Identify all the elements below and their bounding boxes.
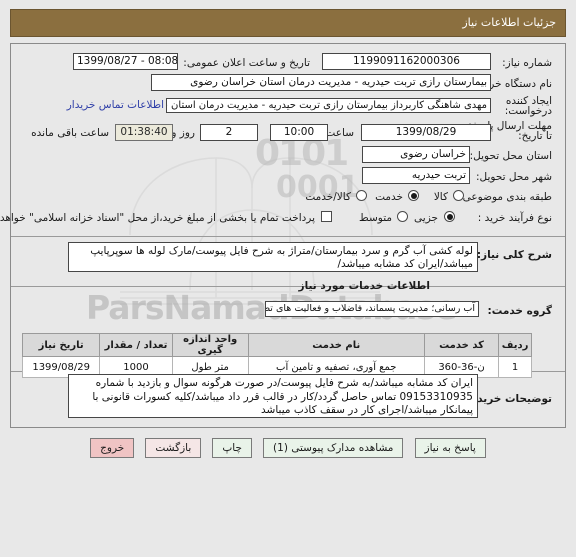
radio-process-motavaset[interactable]: [397, 211, 408, 222]
panel-divider-1: [11, 236, 565, 237]
deadline-days-label: روز و: [171, 127, 195, 139]
need-number-label: شماره نیاز:: [502, 57, 552, 69]
buyer-notes-value: ایران کد مشابه میباشد/به شرح فایل پیوست/…: [68, 374, 478, 418]
th-service-name: نام خدمت: [247, 333, 425, 357]
page-title: جزئیات اطلاعات نیاز: [462, 16, 556, 29]
countdown-timer: 01:38:40: [115, 124, 173, 141]
need-details-page: 0101 0001 ParsNamadDatabase مرکز و اطلاع…: [0, 0, 576, 557]
announce-datetime-label: تاریخ و ساعت اعلان عمومی:: [183, 57, 310, 69]
buyer-contact-link[interactable]: اطلاعات تماس خریدار: [67, 99, 164, 111]
panel-divider-2: [11, 286, 565, 287]
radio-classification-kala-khedmat[interactable]: [356, 190, 367, 201]
radio-classification-khedmat[interactable]: [408, 190, 419, 201]
print-button[interactable]: چاپ: [212, 437, 252, 458]
classification-label: طبقه بندی موضوعی:: [459, 191, 552, 203]
th-service-code: کد خدمت: [423, 333, 500, 357]
process-option-jozei: جزیی: [414, 212, 438, 224]
delivery-province-value: خراسان رضوی: [362, 146, 470, 163]
deadline-date: 1399/08/29: [361, 124, 491, 141]
th-need-date: تاریخ نیاز: [21, 333, 101, 357]
delivery-city-label: شهر محل تحویل:: [476, 171, 552, 183]
process-option-motavaset: متوسط: [359, 212, 392, 224]
th-row: ردیف: [498, 333, 532, 357]
requester-label-line2: درخواست:: [504, 105, 552, 117]
classification-option-kala: کالا: [433, 191, 448, 203]
classification-option-khedmat: خدمت: [375, 191, 403, 203]
buyer-org-value: بیمارستان رازی تربت حیدریه - مدیریت درما…: [151, 74, 491, 91]
radio-classification-kala[interactable]: [453, 190, 464, 201]
back-button[interactable]: بازگشت: [145, 437, 202, 458]
table-header-row: ردیف کد خدمت نام خدمت واحد اندازه گیری ت…: [21, 333, 532, 357]
purchase-process-label: نوع فرآیند خرید :: [477, 212, 552, 224]
radio-process-jozei[interactable]: [444, 211, 455, 222]
respond-to-need-button[interactable]: پاسخ به نیاز: [414, 437, 486, 458]
general-description-label: شرح کلی نیاز:: [476, 249, 552, 261]
treasury-docs-checkbox[interactable]: [321, 211, 332, 222]
services-section-title: اطلاعات خدمات مورد نیاز: [298, 280, 430, 292]
page-header-bar: جزئیات اطلاعات نیاز: [10, 9, 566, 37]
deadline-time: 10:00: [270, 124, 328, 141]
services-table: ردیف کد خدمت نام خدمت واحد اندازه گیری ت…: [21, 333, 532, 378]
delivery-province-label: استان محل تحویل:: [469, 150, 552, 162]
th-quantity: تعداد / مقدار: [99, 333, 173, 357]
th-unit: واحد اندازه گیری: [171, 333, 249, 357]
service-group-value: آب رسانی؛ مدیریت پسماند، فاضلاب و فعالیت…: [265, 301, 479, 317]
deadline-label-line2: تا تاریخ:: [518, 130, 552, 142]
delivery-city-value: تربت حیدریه: [362, 167, 470, 184]
exit-button[interactable]: خروج: [90, 437, 135, 458]
action-buttons-row: پاسخ به نیاز مشاهده مدارک پیوستی (1) چاپ…: [0, 437, 576, 458]
requester-value: مهدی شاهنگی کاربرداز بیمارستان رازی تربت…: [166, 98, 491, 113]
view-attachments-button[interactable]: مشاهده مدارک پیوستی (1): [263, 437, 404, 458]
deadline-days: 2: [200, 124, 258, 141]
deadline-time-label: ساعت: [325, 127, 354, 139]
deadline-timer-label: ساعت باقی مانده: [31, 127, 109, 139]
service-group-label: گروه خدمت:: [487, 305, 552, 317]
treasury-docs-label: پرداخت تمام یا بخشی از مبلغ خرید،از محل …: [0, 212, 315, 224]
need-number-value: 1199091162000306: [322, 53, 491, 70]
announce-datetime-value: 1399/08/27 - 08:08: [73, 53, 178, 70]
general-description-value: لوله کشی آب گرم و سرد بیمارستان/متراژ به…: [68, 242, 478, 272]
classification-option-kala-khedmat: کالا/خدمت: [305, 191, 351, 203]
cell-row: 1: [498, 356, 532, 378]
